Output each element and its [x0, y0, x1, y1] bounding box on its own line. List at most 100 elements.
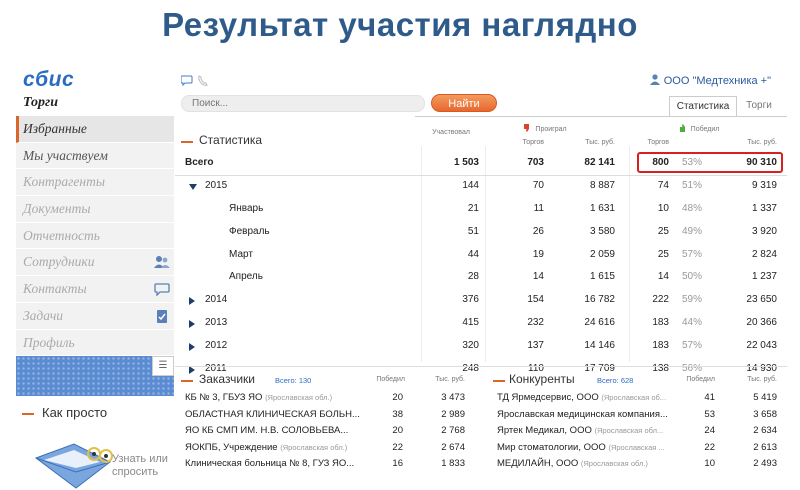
cell-sum: 3 473 — [441, 392, 465, 403]
sidebar-item-label: Профиль — [23, 334, 75, 350]
stats-year-row[interactable]: 2012 320 137 14 146 183 57% 22 043 — [175, 335, 787, 358]
org-name-text: Ярославская медицинская компания... — [497, 408, 668, 420]
cell-sum: 2 768 — [441, 425, 465, 436]
cell-won-pct: 57% — [681, 248, 702, 260]
cell-part: 51 — [467, 225, 479, 237]
cell-lost-sum: 17 709 — [584, 363, 615, 375]
expand-triangle-icon[interactable] — [189, 366, 195, 375]
org-name: Мир стоматологии, ООО (Ярославская ... — [497, 442, 665, 453]
org-name: МЕДИЛАЙН, ООО (Ярославская обл.) — [497, 458, 648, 469]
cell-lost-sum: 1 615 — [589, 271, 615, 283]
org-name: ОБЛАСТНАЯ КЛИНИЧЕСКАЯ БОЛЬН... — [185, 409, 360, 420]
cell-sum: 2 493 — [753, 458, 777, 469]
sidebar-menu: Избранные Мы участвуем Контрагенты Докум… — [16, 116, 174, 357]
slide-title: Результат участия наглядно — [162, 6, 638, 43]
brand-logo[interactable]: сбис — [23, 68, 74, 92]
col-won-count: Торгов — [647, 139, 669, 146]
expand-triangle-icon[interactable] — [189, 343, 195, 352]
won-total-highlight — [637, 152, 783, 173]
cell-won-sum: 14 930 — [746, 363, 777, 375]
org-name-text: ЯО КБ СМП ИМ. Н.В. СОЛОВЬЕВА... — [185, 425, 349, 436]
chat-icon[interactable] — [181, 75, 193, 87]
row-label: 2015 — [205, 179, 228, 191]
stats-month-row: Март 44 19 2 059 25 57% 2 824 — [175, 244, 787, 267]
collapse-triangle-icon[interactable] — [189, 183, 197, 190]
sidebar-item-label: Документы — [23, 201, 91, 217]
sidebar-item-label: Задачи — [23, 307, 64, 323]
stats-month-row: Февраль 51 26 3 580 25 49% 3 920 — [175, 221, 787, 244]
learn-or-ask-link[interactable]: Узнать или спросить — [112, 453, 168, 479]
stats-year-row[interactable]: 2013 415 232 24 616 183 44% 20 366 — [175, 312, 787, 335]
expand-triangle-icon[interactable] — [189, 320, 195, 329]
section-dash — [181, 141, 193, 143]
cell-won-pct: 59% — [681, 294, 702, 306]
org-region: (Ярославская обл.) — [580, 459, 648, 468]
org-name-text: Клиническая больница № 8, ГУЗ ЯО... — [185, 458, 355, 469]
cell-lost-sum: 16 782 — [584, 294, 615, 306]
sidebar-item-label: Отчетность — [23, 227, 100, 243]
cell-lost-n: 26 — [532, 225, 544, 237]
col-lost-sum: Тыс. руб. — [585, 139, 615, 146]
sidebar-item-label: Избранные — [23, 121, 87, 136]
group-lost-label: Проиграл — [535, 126, 567, 133]
tab-statistics[interactable]: Статистика — [669, 96, 737, 116]
total-divider — [175, 175, 787, 176]
sidebar-item-profile[interactable]: Профиль — [16, 329, 174, 357]
cell-won-pct: 44% — [681, 317, 702, 329]
sidebar-item-participating[interactable]: Мы участвуем — [16, 142, 174, 170]
sidebar-item-favorites[interactable]: Избранные — [16, 116, 174, 143]
cell-lost-sum: 2 059 — [589, 248, 615, 260]
customers-col-won: Победил — [376, 376, 405, 383]
cell-won-n: 138 — [652, 363, 669, 375]
learn-text-line: Узнать или — [112, 453, 168, 465]
group-won-label: Победил — [690, 126, 720, 133]
sidebar-item-employees[interactable]: Сотрудники — [16, 249, 174, 277]
organization-name: ООО "Медтехника +" — [663, 75, 771, 87]
sidebar-pattern-banner: ☰ — [16, 356, 174, 396]
org-region: (Ярославская ... — [608, 442, 665, 452]
find-button[interactable]: Найти — [431, 94, 497, 112]
expand-triangle-icon[interactable] — [189, 297, 195, 306]
cell-part: 415 — [462, 317, 479, 329]
organization-link[interactable]: ООО "Медтехника +" — [649, 74, 771, 87]
cell-won-sum: 3 920 — [751, 225, 777, 237]
envelope-mascot-icon[interactable] — [30, 436, 116, 490]
stats-month-row: Январь 21 11 1 631 10 48% 1 337 — [175, 198, 787, 221]
sidebar-item-documents[interactable]: Документы — [16, 196, 174, 223]
stats-month-row: Апрель 28 14 1 615 14 50% 1 237 — [175, 266, 787, 289]
lists-divider — [175, 366, 787, 367]
search-input[interactable] — [181, 95, 425, 112]
sidebar-item-tasks[interactable]: Задачи — [16, 302, 174, 330]
customers-title: Заказчики — [199, 372, 255, 386]
list-toggle-icon[interactable]: ☰ — [152, 356, 174, 376]
competitors-count[interactable]: Всего: 628 — [597, 376, 633, 385]
sidebar-item-reports[interactable]: Отчетность — [16, 222, 174, 250]
phone-icon[interactable] — [198, 75, 208, 86]
cell-won-pct: 48% — [681, 202, 702, 214]
org-name-text: Мир стоматологии, ООО — [497, 441, 606, 453]
org-name-text: ЯОКПБ, Учреждение — [185, 441, 278, 453]
sidebar-item-label: Контакты — [23, 281, 87, 297]
cell-lost-n: 14 — [532, 271, 544, 283]
stats-year-row[interactable]: 2014 376 154 16 782 222 59% 23 650 — [175, 289, 787, 312]
cell-part: 248 — [462, 363, 479, 375]
org-name: КБ № 3, ГБУЗ ЯО (Ярославская обл.) — [185, 392, 332, 403]
tab-tenders[interactable]: Торги — [739, 96, 779, 116]
thumbs-up-icon — [679, 124, 685, 132]
cell-sum: 2 613 — [753, 441, 777, 453]
cell-won-sum: 20 366 — [746, 317, 777, 329]
cell-won: 16 — [392, 458, 403, 469]
competitors-col-sum: Тыс. руб. — [747, 376, 777, 383]
sidebar-item-contractors[interactable]: Контрагенты — [16, 169, 174, 197]
cell-lost-sum: 1 631 — [589, 202, 615, 214]
sidebar-item-contacts[interactable]: Контакты — [16, 276, 174, 303]
competitors-title: Конкуренты — [509, 372, 575, 386]
cell-won-pct: 49% — [681, 225, 702, 237]
row-label: Февраль — [229, 225, 270, 237]
org-name: Яртек Медикал, ООО (Ярославская обл... — [497, 425, 663, 436]
cell-won-pct: 57% — [681, 340, 702, 352]
org-name: ЯОКПБ, Учреждение (Ярославская обл.) — [185, 442, 347, 453]
stats-year-row[interactable]: 2015 144 70 8 887 74 51% 9 319 — [175, 175, 787, 198]
cell-sum: 2 674 — [441, 441, 465, 453]
customers-count[interactable]: Всего: 130 — [275, 376, 311, 385]
